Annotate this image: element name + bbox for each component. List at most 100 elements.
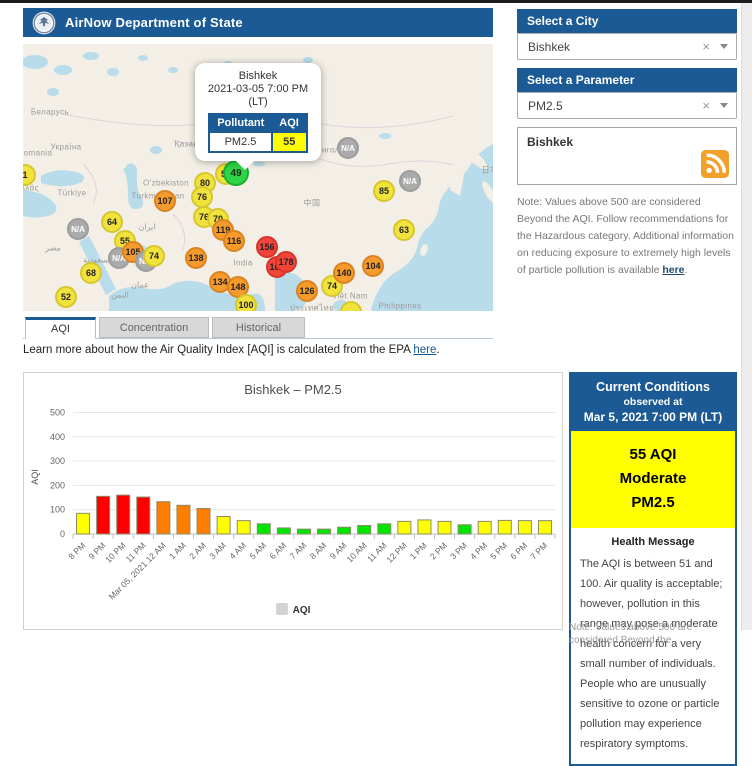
x-tick-label: 5 AM xyxy=(247,540,268,561)
tab-historical[interactable]: Historical xyxy=(212,317,305,338)
map-marker[interactable]: N/A xyxy=(67,218,89,240)
chart-bar xyxy=(477,520,492,535)
tab-concentration[interactable]: Concentration xyxy=(99,317,209,338)
popup-datetime: 2021-03-05 7:00 PM xyxy=(207,83,309,95)
cc-aqi-block: 55 AQI Moderate PM2.5 xyxy=(571,431,735,528)
city-select-value: Bishkek xyxy=(528,39,571,54)
map-marker[interactable]: 178 xyxy=(275,251,297,273)
chart-bar xyxy=(537,520,552,535)
chart-bar xyxy=(497,519,512,535)
map-marker[interactable]: 76 xyxy=(191,186,213,208)
city-caret-icon[interactable] xyxy=(720,44,728,49)
map-country-label: مصر xyxy=(45,243,61,253)
y-axis-title: AQI xyxy=(30,469,40,485)
map-marker[interactable]: 104 xyxy=(362,255,384,277)
popup-aqi-value: 55 xyxy=(270,131,308,153)
map-marker[interactable]: 63 xyxy=(393,219,415,241)
chart-bar xyxy=(216,516,231,535)
cc-note-partial: Note: Values above 500 are considered Be… xyxy=(569,622,693,646)
map-marker[interactable]: 107 xyxy=(154,190,176,212)
map-marker[interactable]: 74 xyxy=(143,245,165,267)
chart-legend[interactable]: AQI xyxy=(24,603,562,616)
chart-bar xyxy=(76,512,91,535)
app-title: AirNow Department of State xyxy=(65,15,243,30)
epa-link[interactable]: here xyxy=(413,344,436,356)
parameter-caret-icon[interactable] xyxy=(720,103,728,108)
x-tick-label: 1 AM xyxy=(167,540,188,561)
chart-bar xyxy=(136,496,151,535)
health-message-title: Health Message xyxy=(611,536,695,548)
cc-pollutant: PM2.5 xyxy=(631,494,675,511)
x-tick-label: 6 PM xyxy=(508,540,529,561)
popup-timezone: (LT) xyxy=(248,96,268,108)
x-tick-label: 12 PM xyxy=(384,540,408,564)
map-country-label: ايران xyxy=(138,222,156,232)
city-panel: Select a City Bishkek × xyxy=(517,9,737,60)
popup-col-pollutant: Pollutant xyxy=(208,113,273,133)
map-marker[interactable]: N/A xyxy=(337,137,359,159)
map-marker[interactable]: 52 xyxy=(55,286,77,308)
rss-city-label: Bishkek xyxy=(527,135,574,149)
note-here-link[interactable]: here xyxy=(662,264,684,276)
y-tick-label: 200 xyxy=(50,480,65,490)
note-after: . xyxy=(684,264,688,276)
learn-more-after: . xyxy=(436,344,440,356)
map-country-label: omania xyxy=(23,148,53,158)
y-tick-label: 500 xyxy=(50,408,65,418)
map-country-label: عمان xyxy=(131,280,149,290)
parameter-select-value: PM2.5 xyxy=(528,98,563,113)
x-tick-label: 10 AM xyxy=(345,540,369,564)
x-tick-label: 3 PM xyxy=(448,540,469,561)
map-marker[interactable]: 64 xyxy=(101,211,123,233)
map-marker[interactable]: 126 xyxy=(296,280,318,302)
y-tick-label: 100 xyxy=(50,505,65,515)
map[interactable]: БеларусьУкраїнаomaniaҚазақстанTürkiyeΕλλ… xyxy=(23,44,493,311)
chart-bar xyxy=(96,495,111,535)
chart-bar xyxy=(357,524,372,535)
chart-bar xyxy=(317,528,332,535)
city-clear-icon[interactable]: × xyxy=(698,39,714,54)
parameter-clear-icon[interactable]: × xyxy=(698,98,714,113)
dos-seal-logo xyxy=(32,11,56,34)
chart-bar xyxy=(176,504,191,535)
scrollbar[interactable] xyxy=(741,3,752,630)
map-marker[interactable]: 138 xyxy=(185,247,207,269)
cc-title: Current Conditions xyxy=(596,380,710,394)
x-tick-label: 1 PM xyxy=(408,540,429,561)
map-country-label: Беларусь xyxy=(30,107,70,117)
tab-aqi[interactable]: AQI xyxy=(25,317,96,339)
parameter-panel-header: Select a Parameter xyxy=(517,68,737,92)
chart-bar xyxy=(196,507,211,535)
map-marker[interactable]: 100 xyxy=(235,294,257,311)
y-tick-label: 300 xyxy=(50,456,65,466)
popup-city: Bishkek xyxy=(238,70,278,82)
parameter-select[interactable]: PM2.5 × xyxy=(517,92,737,119)
map-popup: Bishkek 2021-03-05 7:00 PM (LT) Pollutan… xyxy=(195,63,321,170)
map-marker[interactable]: 140 xyxy=(333,262,355,284)
map-marker[interactable]: N/A xyxy=(399,170,421,192)
x-tick-label: 11 AM xyxy=(365,540,389,564)
map-marker[interactable]: 156 xyxy=(256,236,278,258)
x-tick-label: 4 AM xyxy=(227,540,248,561)
chart-plot: 01002003004005008 PM9 PM10 PM11 PMMar 05… xyxy=(30,408,556,602)
x-tick-label: 8 PM xyxy=(66,540,87,561)
current-conditions-panel: Current Conditions observed at Mar 5, 20… xyxy=(569,372,737,766)
rss-icon[interactable] xyxy=(701,150,729,178)
aqi-chart: Bishkek – PM2.5 0 100 200 300 400 500 8 PM 9 PM… xyxy=(23,372,563,630)
map-marker[interactable]: 85 xyxy=(373,180,395,202)
rss-box: Bishkek xyxy=(517,127,737,185)
map-country-label: Türkiye xyxy=(57,188,87,198)
chart-bar xyxy=(397,520,412,535)
city-select[interactable]: Bishkek × xyxy=(517,33,737,60)
x-tick-label: 8 AM xyxy=(308,540,329,561)
map-marker[interactable]: 116 xyxy=(223,230,245,252)
map-marker[interactable]: 68 xyxy=(80,262,102,284)
x-tick-label: 6 AM xyxy=(268,540,289,561)
x-tick-label: 7 AM xyxy=(288,540,309,561)
view-tabs: AQI Concentration Historical xyxy=(23,317,493,339)
popup-col-aqi: AQI xyxy=(271,113,308,133)
x-tick-label: 4 PM xyxy=(468,540,489,561)
x-tick-label: 5 PM xyxy=(488,540,509,561)
cc-observed-at: observed at xyxy=(623,396,683,408)
chart-bar xyxy=(437,520,452,535)
